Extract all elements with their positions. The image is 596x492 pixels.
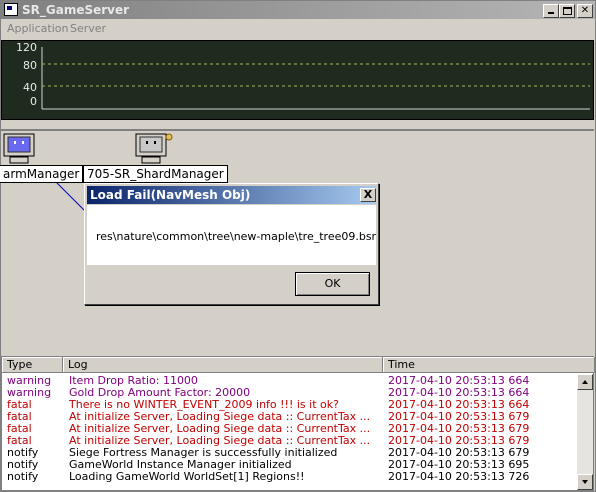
minimize-button[interactable]	[543, 4, 559, 18]
log-type-cell: notify	[7, 447, 39, 459]
menu-application[interactable]: Application	[7, 22, 68, 35]
app-icon[interactable]	[4, 3, 18, 16]
arrow-up-icon	[582, 380, 588, 384]
log-time-cell: 2017-04-10 20:53:13 695	[388, 459, 530, 471]
log-time-cell: 2017-04-10 20:53:13 679	[388, 435, 530, 447]
log-row[interactable]: fatal At initialize Server, Loading Siege…	[2, 435, 577, 447]
log-message-cell: Loading GameWorld WorldSet[1] Regions!!	[69, 471, 305, 483]
log-time-cell: 2017-04-10 20:53:13 664	[388, 375, 530, 387]
ok-button[interactable]: OK	[295, 272, 370, 296]
maximize-icon	[562, 7, 572, 15]
log-row[interactable]: fatal There is no WINTER_EVENT_2009 info …	[2, 399, 577, 411]
log-message-cell: Siege Fortress Manager is successfully i…	[69, 447, 338, 459]
dialog-title-bar[interactable]: Load Fail(NavMesh Obj) X	[87, 186, 376, 204]
arrow-down-icon	[582, 480, 588, 484]
log-time-cell: 2017-04-10 20:53:13 679	[388, 411, 530, 423]
log-type-cell: warning	[7, 375, 52, 387]
minimize-icon	[548, 12, 554, 14]
node-label-shardmanager[interactable]: 705-SR_ShardManager	[83, 165, 228, 183]
log-message-cell: Gold Drop Amount Factor: 20000	[69, 387, 251, 399]
log-row[interactable]: warning Item Drop Ratio: 11000 2017-04-10 …	[2, 375, 577, 387]
graph-tick-120: 120	[16, 41, 37, 54]
log-time-cell: 2017-04-10 20:53:13 679	[388, 447, 530, 459]
menu-server[interactable]: Server	[70, 22, 106, 35]
log-time-cell: 2017-04-10 20:53:13 664	[388, 399, 530, 411]
dialog-message: res\nature\common\tree\new-maple\tre_tre…	[96, 230, 377, 243]
graph-tick-80: 80	[23, 59, 37, 72]
log-list[interactable]: Type Log Time warning Item Drop Ratio: 11…	[1, 356, 595, 491]
column-header-log[interactable]: Log	[63, 357, 383, 373]
dialog-body: res\nature\common\tree\new-maple\tre_tre…	[87, 205, 376, 265]
close-button[interactable]: ✕	[577, 4, 593, 18]
performance-graph: 120 80 40 0	[1, 40, 594, 120]
log-message-cell: At initialize Server, Loading Siege data…	[69, 411, 371, 423]
log-type-cell: notify	[7, 459, 39, 471]
dialog-title: Load Fail(NavMesh Obj)	[90, 188, 251, 202]
log-type-cell: notify	[7, 471, 39, 483]
close-icon: ✕	[580, 5, 590, 16]
log-type-cell: fatal	[7, 423, 32, 435]
log-type-cell: fatal	[7, 399, 32, 411]
computer-icon[interactable]	[3, 133, 35, 165]
scroll-up-button[interactable]	[577, 374, 593, 390]
dialog-close-button[interactable]: X	[360, 188, 376, 202]
log-message-cell: At initialize Server, Loading Siege data…	[69, 435, 371, 447]
scroll-down-button[interactable]	[577, 474, 593, 490]
title-bar[interactable]: SR_GameServer ✕	[1, 1, 595, 19]
log-row[interactable]: warning Gold Drop Amount Factor: 20000 201…	[2, 387, 577, 399]
log-type-cell: fatal	[7, 411, 32, 423]
graph-tick-0: 0	[30, 95, 37, 108]
close-icon: X	[363, 188, 373, 201]
connection-line	[55, 181, 86, 212]
log-row[interactable]: fatal At initialize Server, Loading Siege…	[2, 411, 577, 423]
log-time-cell: 2017-04-10 20:53:13 726	[388, 471, 530, 483]
log-type-cell: warning	[7, 387, 52, 399]
log-message-cell: Item Drop Ratio: 11000	[69, 375, 198, 387]
graph-tick-40: 40	[23, 81, 37, 94]
column-header-time[interactable]: Time	[383, 357, 595, 373]
log-time-cell: 2017-04-10 20:53:13 664	[388, 387, 530, 399]
load-fail-dialog: Load Fail(NavMesh Obj) X res\nature\comm…	[84, 183, 379, 305]
window-title: SR_GameServer	[22, 3, 130, 17]
vertical-scrollbar[interactable]	[577, 374, 593, 490]
log-type-cell: fatal	[7, 435, 32, 447]
log-message-cell: GameWorld Instance Manager initialized	[69, 459, 292, 471]
node-label-farmmanager[interactable]: armManager	[0, 165, 84, 183]
log-row[interactable]: notify GameWorld Instance Manager initial…	[2, 459, 577, 471]
log-message-cell: There is no WINTER_EVENT_2009 info !!! i…	[69, 399, 339, 411]
menu-bar: Application Server	[1, 20, 595, 39]
log-row[interactable]: fatal At initialize Server, Loading Siege…	[2, 423, 577, 435]
graph-canvas	[41, 47, 590, 110]
log-time-cell: 2017-04-10 20:53:13 679	[388, 423, 530, 435]
maximize-button[interactable]	[559, 4, 575, 18]
log-message-cell: At initialize Server, Loading Siege data…	[69, 423, 371, 435]
log-row[interactable]: notify Siege Fortress Manager is successf…	[2, 447, 577, 459]
log-row[interactable]: notify Loading GameWorld WorldSet[1] Regi…	[2, 471, 577, 483]
computer-icon[interactable]	[135, 133, 173, 165]
column-header-type[interactable]: Type	[2, 357, 63, 373]
